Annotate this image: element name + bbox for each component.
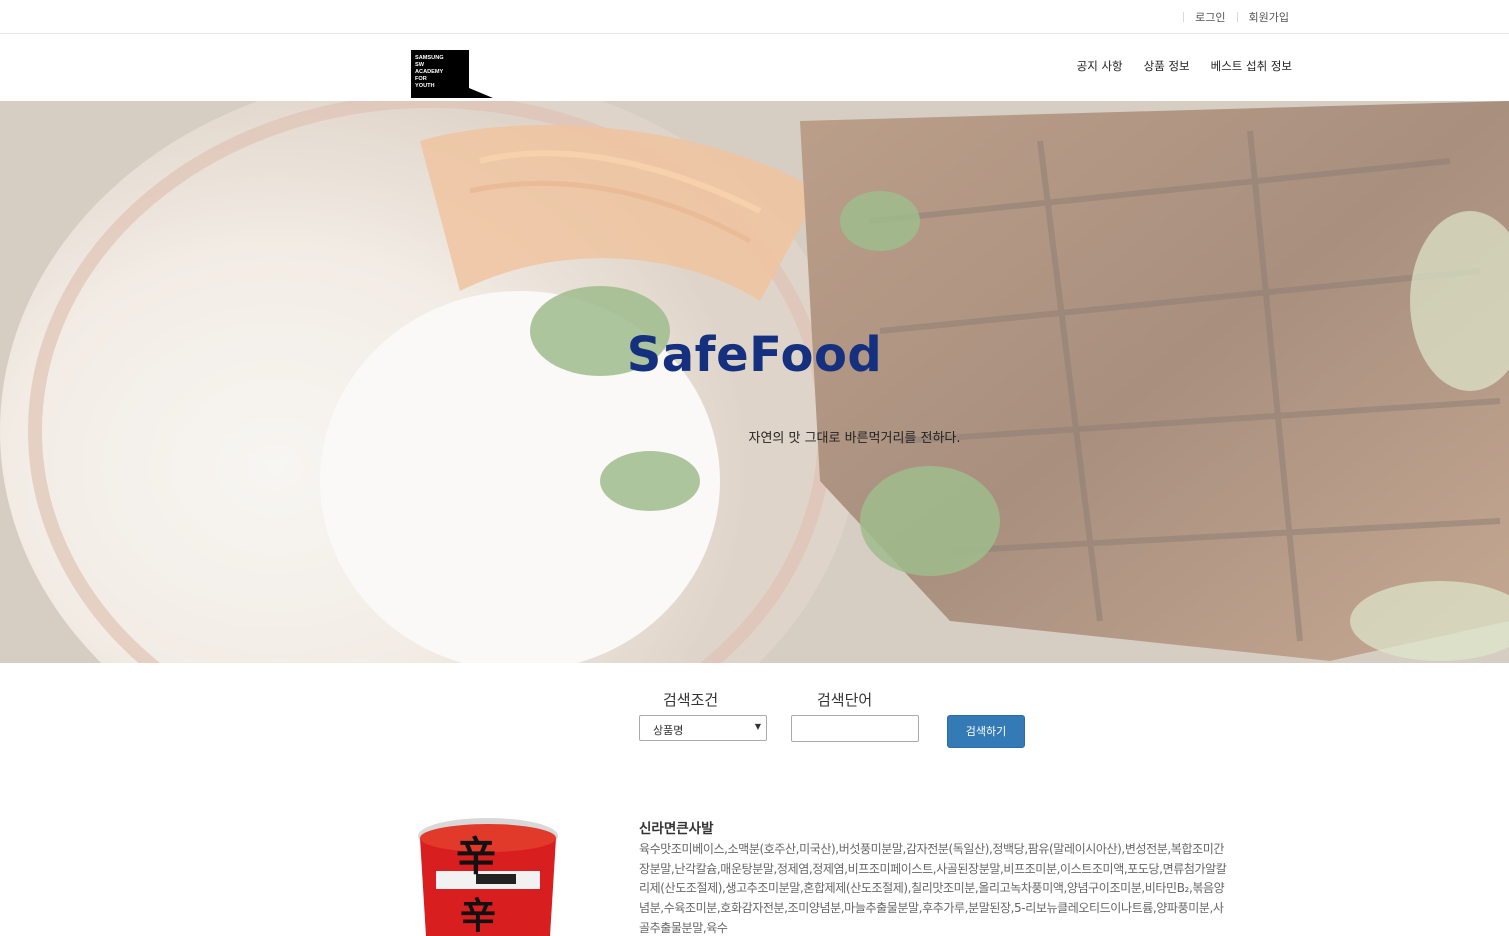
search-section: 검색조건 검색단어 상품명 ▼ 검색하기 xyxy=(0,663,1509,773)
samsung-sw-academy-logo[interactable]: SAMSUNG SW ACADEMY FOR YOUTH xyxy=(411,50,493,98)
nav-notice[interactable]: 공지 사항 xyxy=(1077,58,1123,74)
login-link[interactable]: 로그인 xyxy=(1195,9,1225,25)
hero-title: SafeFood xyxy=(626,327,883,383)
selected-condition: 상품명 xyxy=(653,724,684,737)
hero-banner: SafeFood 자연의 맛 그대로 바른먹거리를 전하다. xyxy=(0,101,1509,663)
product-name[interactable]: 신라면큰사발 xyxy=(639,817,714,837)
main-nav: 공지 사항 상품 정보 베스트 섭취 정보 xyxy=(1077,58,1292,74)
signup-link[interactable]: 회원가입 xyxy=(1249,9,1289,25)
search-condition-label: 검색조건 xyxy=(663,691,719,709)
top-utility-bar: 로그인 회원가입 xyxy=(0,0,1509,34)
search-keyword-label: 검색단어 xyxy=(817,691,873,709)
divider xyxy=(1236,12,1238,22)
logo-line: SW xyxy=(415,62,425,68)
logo-line: FOR xyxy=(415,76,427,82)
product-logo-glyph: 辛 xyxy=(460,895,496,936)
search-button[interactable]: 검색하기 xyxy=(947,715,1025,748)
product-ingredients: 육수맛조미베이스,소맥분(호주산,미국산),버섯풍미분말,감자전분(독일산),정… xyxy=(639,842,1227,935)
logo-line: ACADEMY xyxy=(415,69,444,75)
site-header: SAMSUNG SW ACADEMY FOR YOUTH 공지 사항 상품 정보… xyxy=(0,34,1509,101)
search-keyword-input[interactable] xyxy=(791,715,919,742)
divider xyxy=(1183,12,1185,22)
nav-product-info[interactable]: 상품 정보 xyxy=(1144,58,1190,74)
product-image[interactable]: 辛 辛 xyxy=(418,816,563,936)
nav-best-intake[interactable]: 베스트 섭취 정보 xyxy=(1211,58,1292,74)
dropdown-caret-icon: ▼ xyxy=(754,722,761,731)
hero-subtitle: 자연의 맛 그대로 바른먹거리를 전하다. xyxy=(748,431,961,446)
logo-line: SAMSUNG xyxy=(415,55,444,61)
product-logo-glyph: 辛 xyxy=(456,833,496,880)
account-links: 로그인 회원가입 xyxy=(1172,9,1289,25)
logo-line: YOUTH xyxy=(415,83,435,89)
search-condition-select[interactable]: 상품명 ▼ xyxy=(639,715,767,741)
